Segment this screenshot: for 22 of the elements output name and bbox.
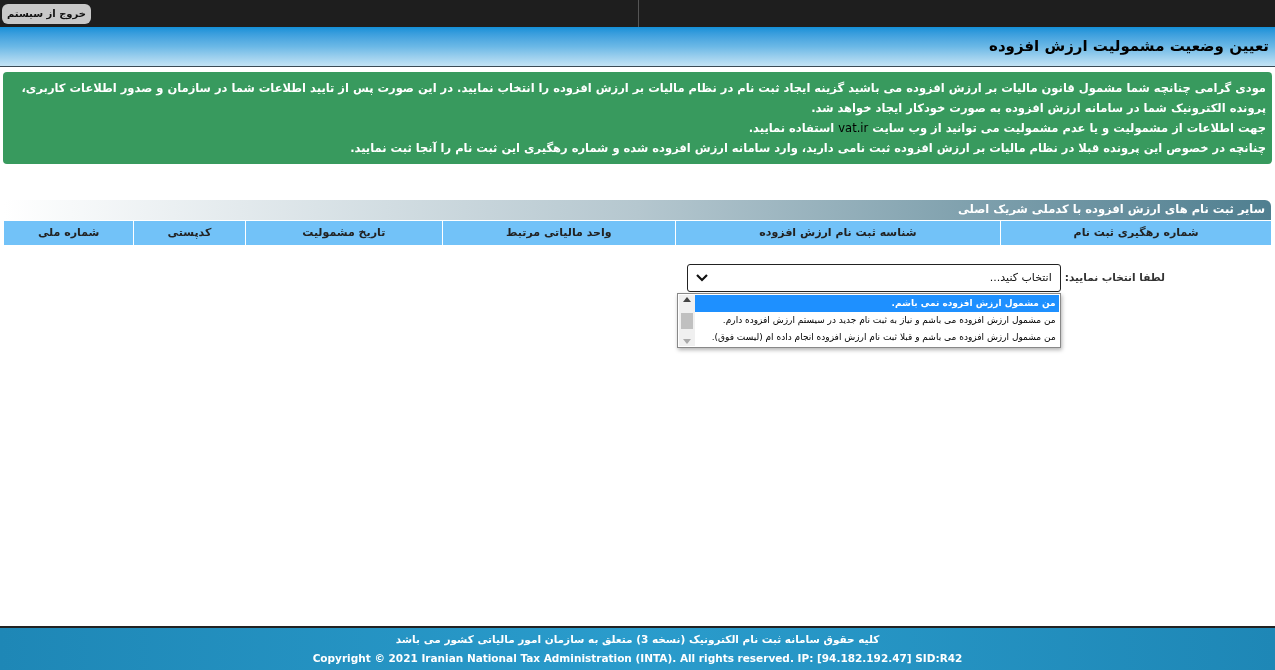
column-header: شناسه ثبت نام ارزش افزوده — [675, 221, 1001, 245]
down-arrow-icon — [682, 339, 691, 344]
page-title: تعیین وضعیت مشمولیت ارزش افزوده — [989, 36, 1269, 58]
chevron-icon — [695, 274, 708, 282]
column-header: واحد مالیاتی مرتبط — [442, 221, 675, 245]
column-header: شماره رهگیری ثبت نام — [1001, 221, 1271, 245]
notice-text: چنانچه در خصوص این پرونده قبلا در نظام مالیات بر ارزش افزوده ثبت نامی دارید، وارد سامانه ارزش افزوده شده و شماره رهگیری این ثبت نام را آنجا ثبت نمایید. — [349, 140, 1266, 158]
column-header: کدپستی — [134, 221, 245, 245]
site-link[interactable]: vat.ir — [838, 121, 869, 135]
scrollbar[interactable] — [678, 295, 695, 346]
select-label: لطفا انتخاب نمایید: — [1064, 270, 1165, 286]
section-title: سایر ثبت نام های ارزش افزوده با کدملی شریک اصلی — [957, 201, 1265, 219]
column-header: تاریخ مشمولیت — [245, 221, 442, 245]
logout-button[interactable]: خروج از سیستم — [2, 3, 91, 24]
choice-select[interactable]: انتخاب کنید... — [686, 264, 1061, 292]
footer-text: Copyright © 2021 Iranian National Tax Administration (INTA). All rights reserved. IP: [94.182.192.47] SID:R42 — [312, 651, 963, 666]
footer-text: کلیه حقوق سامانه ثبت نام الکترونیک (نسخه 3) متعلق به سازمان امور مالیاتی کشور می باشد — [395, 632, 880, 648]
notice-text: مودی گرامی چنانچه شما مشمول قانون مالیات بر ارزش افزوده می باشید گزینه ایجاد ثبت نام در نظام مالیات بر ارزش افزوده را انتخاب نمایید. در این صورت پس از تایید اطلاعات شما در سازمان و صدور اطلاعات کاربری، پرونده الکترونیک شما در سامانه ارزش افزوده به صورت خودکار ایجاد خواهد شد. — [20, 80, 1266, 118]
column-header: شماره ملی — [4, 221, 134, 245]
option-item[interactable]: من مشمول ارزش افزوده می باشم و نیاز به ثبت نام جدید در سیستم ارزش افزوده دارم. — [694, 312, 1059, 329]
option-item[interactable]: من مشمول ارزش افزوده می باشم و قبلا ثبت نام ارزش افزوده انجام داده ام (لیست فوق). — [694, 329, 1059, 346]
up-arrow-icon — [682, 297, 691, 302]
